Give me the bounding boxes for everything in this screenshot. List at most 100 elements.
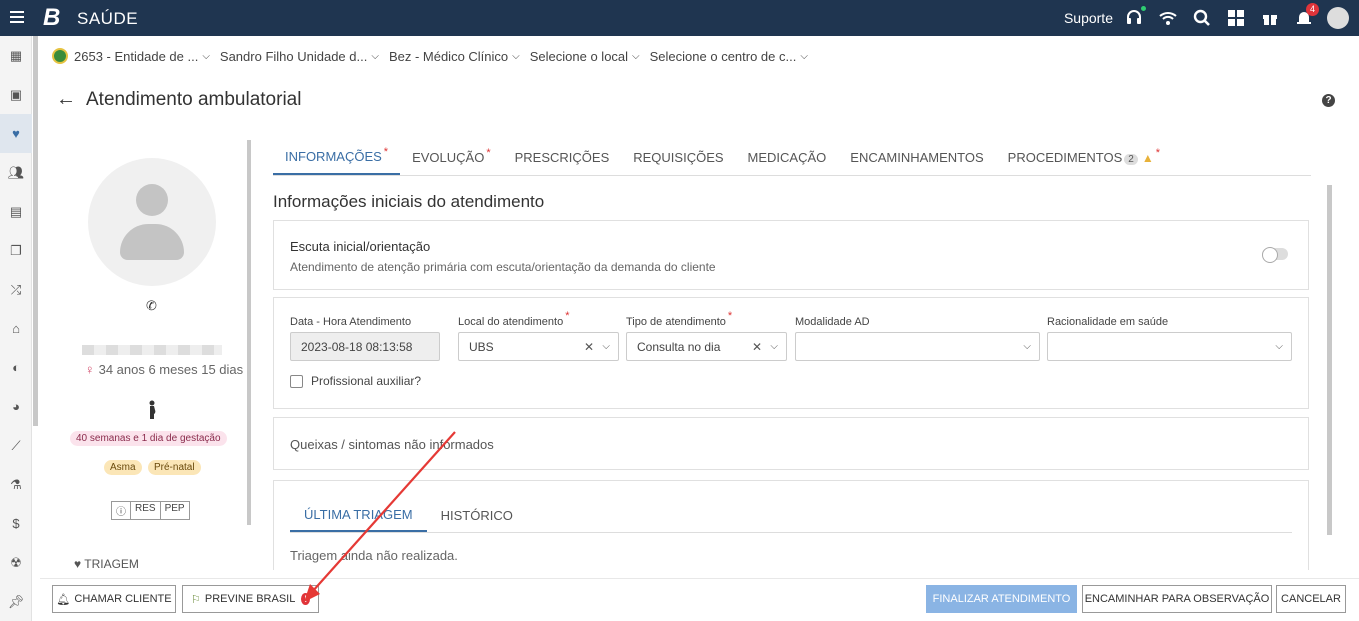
role-selector[interactable]: Bez - Médico Clínico ⌵ [389, 49, 520, 64]
modalidade-field: Modalidade AD ⌵ [795, 316, 1040, 361]
phone-icon[interactable]: ✆ [146, 298, 157, 314]
queixas-card[interactable]: Queixas / sintomas não informados [273, 417, 1309, 470]
triagem-section-label[interactable]: ♥ TRIAGEM [74, 557, 139, 571]
info-button[interactable]: ⓘ [111, 501, 131, 520]
tab-evolucao[interactable]: EVOLUÇÃO * [400, 147, 503, 175]
sidebar-scrollbar[interactable] [33, 36, 38, 426]
patient-age-text: 34 anos 6 meses 15 dias [98, 362, 244, 377]
chevron-down-icon: ⌵ [202, 50, 210, 62]
boxes-icon[interactable]: ▤ [0, 192, 32, 231]
radiation-icon[interactable]: ☢︎ [0, 543, 32, 582]
tab-label: INFORMAÇÕES [285, 149, 382, 164]
syringe-icon[interactable]: ⟋ [0, 426, 32, 465]
female-icon: ♀ [84, 362, 95, 377]
flag-icon: ⚐ [191, 593, 201, 606]
previne-brasil-label: PREVINE BRASIL [204, 593, 296, 605]
clear-icon[interactable]: ✕ [584, 340, 594, 354]
required-mark: * [486, 147, 491, 159]
auxiliar-checkbox-row[interactable]: Profissional auxiliar? [290, 374, 421, 388]
tab-encaminhamentos[interactable]: ENCAMINHAMENTOS [838, 150, 995, 175]
racionalidade-label: Racionalidade em saúde [1047, 316, 1169, 328]
patient-action-buttons: ⓘ RES PEP [111, 501, 190, 520]
unit-label: Sandro Filho Unidade d... [219, 48, 368, 64]
main-scrollbar[interactable] [1327, 185, 1332, 535]
flask-icon[interactable]: ⚗︎ [0, 465, 32, 504]
entity-selector[interactable]: 2653 - Entidade de ... ⌵ [52, 48, 210, 64]
dashboard-icon[interactable]: ▦ [0, 36, 32, 75]
pep-button[interactable]: PEP [159, 501, 190, 520]
chevron-down-icon: ⌵ [371, 50, 379, 62]
modalidade-label: Modalidade AD [795, 316, 870, 328]
finalizar-atendimento-button[interactable]: FINALIZAR ATENDIMENTO [926, 585, 1077, 613]
left-sidebar: ▦ ▣ ♥ 👥︎ ▤ ❐ ⤮ ⌂ ◐ ◕ ⟋ ⚗︎ $ ☢︎ 📌︎ [0, 36, 32, 621]
support-label[interactable]: Suporte [1064, 10, 1113, 26]
previne-brasil-button[interactable]: ⚐ PREVINE BRASIL ! [182, 585, 319, 613]
dashboard-icon[interactable] [1225, 7, 1247, 29]
count-badge: 2 [1124, 154, 1138, 165]
tab-label: ENCAMINHAMENTOS [850, 150, 984, 165]
modalidade-select[interactable]: ⌵ [795, 332, 1040, 361]
tab-label: MEDICAÇÃO [747, 150, 827, 165]
brand-logo[interactable]: B [43, 4, 60, 32]
back-arrow-icon[interactable]: ← [56, 88, 76, 111]
racionalidade-select[interactable]: ⌵ [1047, 332, 1292, 361]
tipo-label: Tipo de atendimento * [626, 310, 787, 328]
headset-icon[interactable] [1123, 5, 1147, 29]
bell-icon[interactable]: 4 [1293, 3, 1319, 29]
local-label-text: Local do atendimento [458, 316, 564, 328]
chevron-down-icon[interactable]: ⌵ [602, 341, 610, 352]
res-button[interactable]: RES [130, 501, 161, 520]
auxiliar-checkbox[interactable] [290, 374, 303, 388]
chevron-down-icon[interactable]: ⌵ [1023, 341, 1031, 352]
tab-procedimentos[interactable]: PROCEDIMENTOS 2 ▲ * [996, 147, 1172, 175]
cancelar-button[interactable]: CANCELAR [1276, 585, 1346, 613]
escuta-toggle[interactable] [1262, 247, 1288, 263]
tab-informacoes[interactable]: INFORMAÇÕES * [273, 146, 401, 175]
home-icon[interactable]: ⌂ [0, 309, 32, 348]
copy-icon[interactable]: ❐ [0, 231, 32, 270]
local-select[interactable]: UBS ✕ ⌵ [458, 332, 619, 361]
tab-ultima-triagem[interactable]: ÚLTIMA TRIAGEM [290, 507, 427, 532]
clear-icon[interactable]: ✕ [752, 340, 762, 354]
pills-icon[interactable]: ◐ [0, 348, 32, 387]
escuta-title: Escuta inicial/orientação [290, 239, 431, 254]
shuffle-icon[interactable]: ⤮ [0, 270, 32, 309]
wifi-icon[interactable] [1157, 7, 1179, 29]
tab-medicacao[interactable]: MEDICAÇÃO [736, 150, 839, 175]
tipo-select-value: Consulta no dia [637, 339, 721, 354]
escuta-subtitle: Atendimento de atenção primária com escu… [290, 260, 716, 274]
search-icon[interactable] [1191, 7, 1213, 29]
users-icon[interactable]: 👥︎ [0, 153, 32, 192]
required-mark: * [565, 310, 570, 322]
gift-icon[interactable] [1259, 7, 1281, 29]
help-icon[interactable]: ? [1322, 94, 1335, 107]
center-selector[interactable]: Selecione o centro de c... ⌵ [650, 49, 808, 64]
chevron-down-icon: ⌵ [512, 50, 520, 62]
heart-pulse-icon[interactable]: ♥ [0, 114, 32, 153]
chevron-down-icon[interactable]: ⌵ [770, 341, 778, 352]
chevron-down-icon: ⌵ [632, 50, 640, 62]
chevron-down-icon[interactable]: ⌵ [1275, 341, 1283, 352]
pie-chart-icon[interactable]: ◕ [0, 387, 32, 426]
patient-panel-scrollbar[interactable] [247, 140, 251, 525]
pin-icon[interactable]: 📌︎ [0, 582, 32, 621]
data-hora-label: Data - Hora Atendimento [290, 316, 412, 328]
local-select-value: UBS [469, 339, 494, 354]
tab-historico[interactable]: HISTÓRICO [427, 508, 527, 532]
tab-requisicoes[interactable]: REQUISIÇÕES [621, 150, 735, 175]
menu-icon[interactable] [10, 11, 24, 25]
dollar-icon[interactable]: $ [0, 504, 32, 543]
warning-icon: ▲ [1141, 151, 1154, 165]
triagem-tabs: ÚLTIMA TRIAGEM HISTÓRICO [290, 501, 1292, 533]
brazil-emblem-icon [52, 48, 68, 64]
chamar-cliente-button[interactable]: 🔔︎ CHAMAR CLIENTE [52, 585, 176, 613]
tipo-select[interactable]: Consulta no dia ✕ ⌵ [626, 332, 787, 361]
calendar-icon[interactable]: ▣ [0, 75, 32, 114]
unit-selector[interactable]: Sandro Filho Unidade d... ⌵ [220, 49, 379, 64]
local-label: Local do atendimento * [458, 310, 619, 328]
local-selector[interactable]: Selecione o local ⌵ [530, 49, 640, 64]
encaminhar-observacao-button[interactable]: ENCAMINHAR PARA OBSERVAÇÃO [1082, 585, 1272, 613]
entity-label: 2653 - Entidade de ... [74, 48, 199, 64]
tab-prescricoes[interactable]: PRESCRIÇÕES [503, 150, 622, 175]
user-avatar[interactable] [1327, 7, 1349, 29]
